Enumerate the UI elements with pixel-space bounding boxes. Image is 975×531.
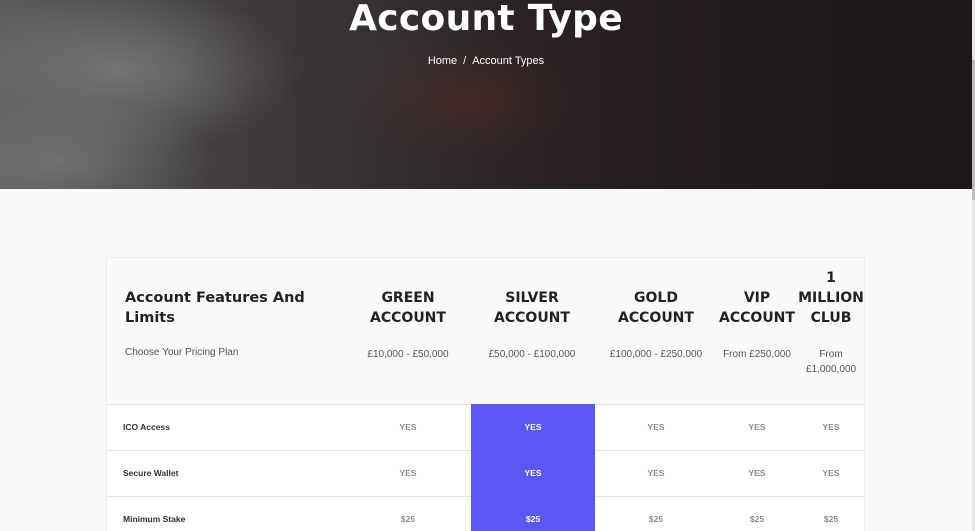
page-hero: Account Type Home / Account Types: [0, 0, 972, 189]
plan-price: £10,000 - £50,000: [367, 349, 449, 360]
plan-name: GREEN ACCOUNT: [370, 290, 446, 326]
row-label: ICO Access: [123, 422, 170, 432]
plan-price: £100,000 - £250,000: [609, 349, 703, 360]
page-title: Account Type: [349, 0, 623, 39]
pricing-table: Account Features And Limits Choose Your …: [106, 257, 865, 531]
plan-header-million-club: 1 MILLION CLUB From £1,000,000: [797, 268, 864, 377]
table-cell: YES: [748, 422, 766, 432]
table-cell: YES: [647, 468, 665, 478]
table-row: ICO Access YES YES YES YES YES: [107, 404, 864, 451]
table-cell: $25: [749, 514, 765, 524]
plan-name: 1 MILLION CLUB: [798, 270, 864, 326]
table-cell: YES: [748, 468, 766, 478]
row-label: Secure Wallet: [123, 468, 179, 478]
plan-name: SILVER ACCOUNT: [494, 290, 570, 326]
plan-header-silver: SILVER ACCOUNT £50,000 - £100,000: [477, 288, 587, 362]
plan-header-green: GREEN ACCOUNT £10,000 - £50,000: [353, 288, 463, 362]
plan-price: From £250,000: [723, 349, 791, 360]
features-subtitle: Choose Your Pricing Plan: [125, 347, 239, 358]
table-cell: YES: [647, 422, 665, 432]
breadcrumb-current: Account Types: [472, 55, 545, 67]
plan-price: £50,000 - £100,000: [488, 349, 576, 360]
table-cell: $25: [823, 514, 839, 524]
table-row: Minimum Stake $25 $25 $25 $25 $25: [107, 496, 864, 531]
breadcrumb-home-link[interactable]: Home: [428, 55, 457, 67]
table-cell: $25: [400, 514, 416, 524]
table-cell: YES: [399, 468, 417, 478]
pricing-table-header: Account Features And Limits Choose Your …: [107, 258, 864, 404]
breadcrumb-separator: /: [463, 55, 467, 67]
plan-name: GOLD ACCOUNT: [618, 290, 694, 326]
table-cell-highlighted: YES: [471, 404, 595, 451]
table-cell-highlighted: $25: [471, 496, 595, 531]
plan-name: VIP ACCOUNT: [719, 290, 795, 326]
plan-price: From £1,000,000: [805, 349, 857, 375]
table-cell-highlighted: YES: [471, 450, 595, 497]
row-label: Minimum Stake: [123, 514, 186, 524]
features-title: Account Features And Limits: [125, 290, 305, 326]
table-row: Secure Wallet YES YES YES YES YES: [107, 450, 864, 497]
plan-header-vip: VIP ACCOUNT From £250,000: [711, 288, 803, 362]
table-cell: $25: [648, 514, 664, 524]
table-cell: YES: [822, 468, 840, 478]
plan-header-gold: GOLD ACCOUNT £100,000 - £250,000: [601, 288, 711, 362]
breadcrumb: Home / Account Types: [0, 54, 972, 68]
table-cell: YES: [822, 422, 840, 432]
table-cell: YES: [399, 422, 417, 432]
